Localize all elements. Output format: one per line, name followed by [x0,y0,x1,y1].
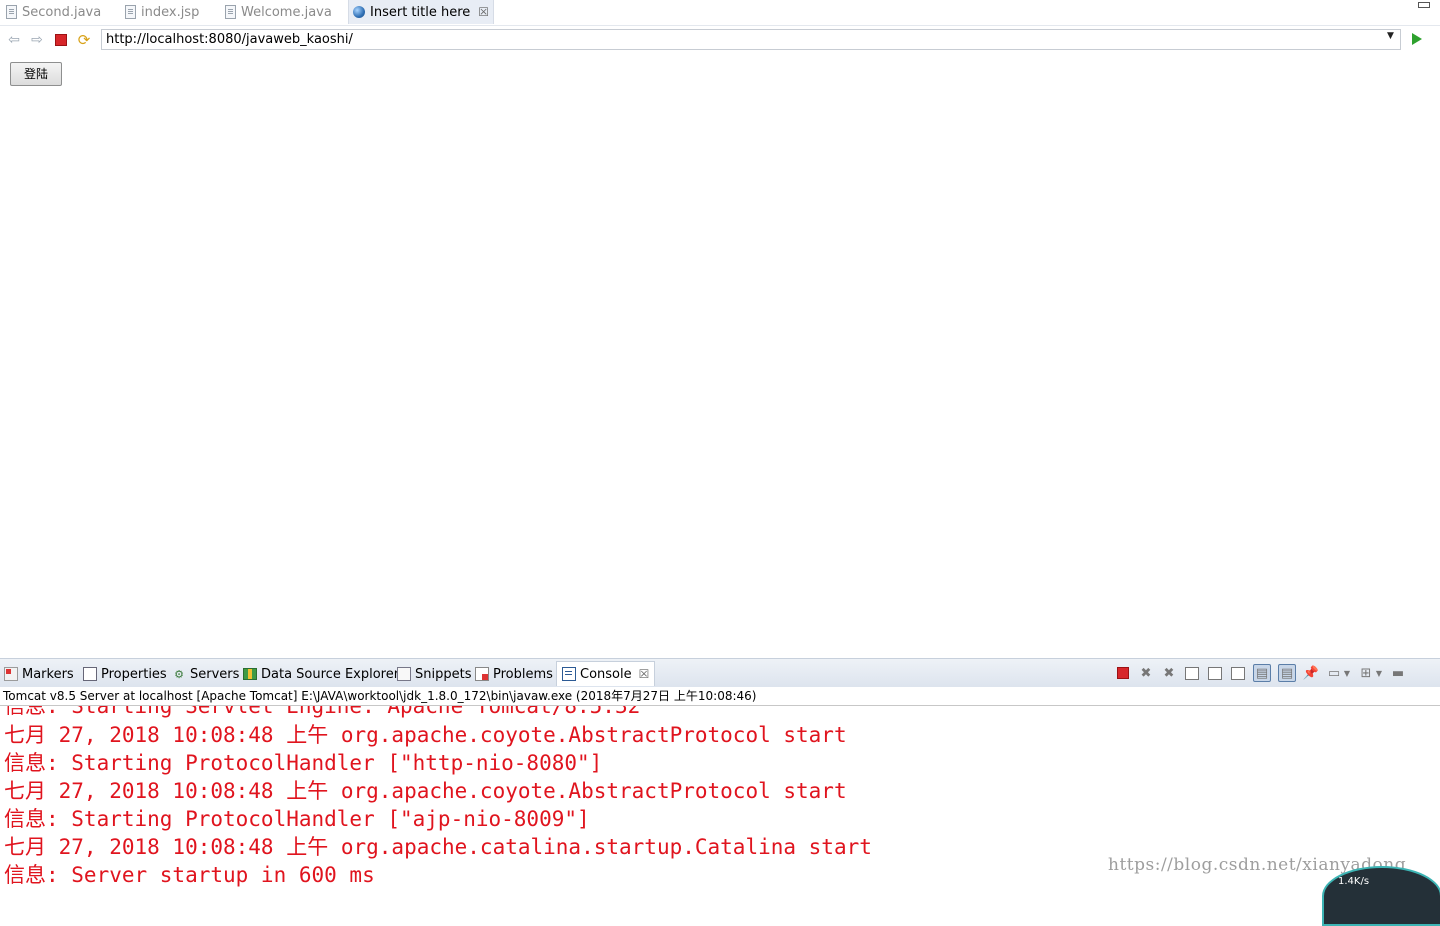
tab-console[interactable]: Console ☒ [556,661,656,686]
close-icon[interactable]: ☒ [639,667,650,681]
tab-label: Data Source Explorer [261,666,400,682]
back-arrow-icon[interactable]: ⇦ [6,32,22,48]
terminate-icon[interactable] [1115,665,1131,681]
properties-icon [83,667,97,681]
globe-icon [353,6,365,18]
chevron-down-icon[interactable]: ▼ [1343,665,1351,681]
console-line: 信息: Server startup in 600 ms [4,863,375,887]
tab-label: Markers [22,666,74,682]
url-input[interactable] [101,29,1401,50]
console-line: 信息: Starting Servlet Engine: Apache Tomc… [4,706,641,718]
chevron-down-icon[interactable]: ▼ [1375,665,1383,681]
console-line: 信息: Starting ProtocolHandler ["ajp-nio-8… [4,807,590,831]
pin-console-icon[interactable]: 📌 [1303,665,1319,681]
close-icon[interactable]: ☒ [478,5,489,19]
console-process-label: Tomcat v8.5 Server at localhost [Apache … [0,687,1440,705]
tab-snippets[interactable]: Snippets [397,665,471,683]
url-dropdown-icon[interactable]: ▼ [1387,31,1394,41]
display-console-icon[interactable]: ▭ [1326,665,1342,681]
tab-label: Snippets [415,666,472,682]
tab-markers[interactable]: Markers [4,665,74,683]
stop-icon[interactable] [53,32,69,48]
tab-data-source-explorer[interactable]: Data Source Explorer [243,665,399,683]
servers-icon: ⚙ [174,667,184,681]
remove-all-terminated-icon[interactable]: ✖ [1161,665,1177,681]
problems-icon [475,667,489,681]
go-icon[interactable] [1412,33,1422,45]
tab-label: Problems [493,666,553,682]
network-speed-widget: 1.4K/s [1322,866,1440,926]
show-console-on-stdout-icon[interactable]: ▤ [1253,664,1271,682]
tab-label: Properties [101,666,167,682]
scroll-lock-icon[interactable] [1207,665,1223,681]
java-file-icon [225,5,236,19]
tab-properties[interactable]: Properties [83,665,167,683]
minimize-icon[interactable]: ▬ [1390,665,1406,681]
console-line: 七月 27, 2018 10:08:48 上午 org.apache.catal… [4,835,872,859]
console-toolbar: ✖ ✖ ▤ ▤ 📌 ▭ ▼ ⊞ ▼ ▬ [1108,664,1406,682]
console-line: 七月 27, 2018 10:08:48 上午 org.apache.coyot… [4,779,847,803]
remove-launch-icon[interactable]: ✖ [1138,665,1154,681]
editor-tab-bar: Second.java index.jsp Welcome.java Inser… [0,0,1440,24]
console-icon [562,667,576,681]
jsp-file-icon [125,5,136,19]
network-speed-text: 1.4K/s [1338,876,1370,887]
tab-problems[interactable]: Problems [475,665,553,683]
refresh-icon[interactable]: ⟳ [76,31,92,49]
console-line: 七月 27, 2018 10:08:48 上午 org.apache.coyot… [4,723,847,747]
tab-welcome-java[interactable]: Welcome.java [225,0,332,24]
tab-label: Servers [190,666,240,682]
java-file-icon [6,5,17,19]
minimize-icon[interactable] [1418,2,1430,8]
browser-toolbar: ⇦ ⇨ ⟳ ▼ [0,25,1440,56]
tab-servers[interactable]: ⚙ Servers [172,665,239,683]
login-button[interactable]: 登陆 [10,62,62,86]
word-wrap-icon[interactable] [1230,665,1246,681]
open-console-icon[interactable]: ⊞ [1358,665,1374,681]
tab-label: Console [580,666,632,682]
tab-label: index.jsp [141,4,200,20]
markers-icon [4,667,18,681]
console-line: 信息: Starting ProtocolHandler ["http-nio-… [4,751,603,775]
tab-label: Insert title here [370,4,471,20]
show-console-on-stderr-icon[interactable]: ▤ [1278,664,1296,682]
forward-arrow-icon[interactable]: ⇨ [29,32,45,48]
tab-second-java[interactable]: Second.java [6,0,101,24]
tab-insert-title-here[interactable]: Insert title here ☒ [348,0,495,24]
tab-index-jsp[interactable]: index.jsp [125,0,199,24]
clear-console-icon[interactable] [1184,665,1200,681]
tab-label: Second.java [22,4,102,20]
data-source-icon [243,668,257,680]
tab-label: Welcome.java [241,4,332,20]
snippets-icon [397,667,411,681]
